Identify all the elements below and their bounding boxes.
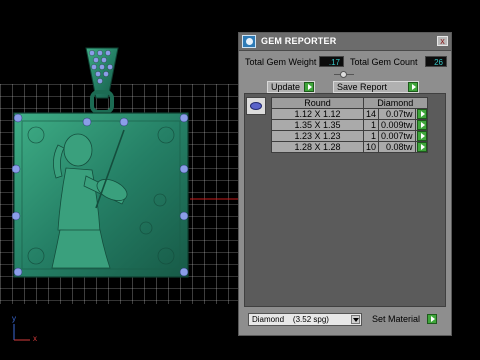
axis-y-label: y [12, 314, 16, 323]
row-select-go-icon[interactable] [416, 131, 427, 141]
row-select-go-icon[interactable] [416, 142, 427, 152]
set-material-label: Set Material [372, 314, 421, 324]
gem-weight: 0.07tw [378, 108, 416, 120]
close-icon: x [440, 36, 445, 46]
gem-reporter-panel: GEM REPORTER x Total Gem Weight .17 Tota… [238, 32, 452, 336]
gem-count: 14 [362, 108, 380, 120]
update-label: Update [271, 82, 301, 92]
viewport-canvas [0, 47, 238, 341]
diamond-gem-icon[interactable] [246, 97, 266, 115]
total-gem-weight-label: Total Gem Weight [245, 57, 317, 67]
axis-x-label: x [33, 334, 37, 343]
row-select-go-icon[interactable] [416, 109, 427, 119]
chevron-down-icon [351, 315, 360, 324]
gem-weight: 0.007tw [378, 130, 416, 142]
table-row[interactable]: 1.28 X 1.28 10 0.08tw [271, 141, 428, 153]
material-dropdown[interactable]: Diamond (3.52 spg) [248, 313, 362, 326]
save-report-button[interactable]: Save Report [333, 81, 419, 93]
total-gem-weight-value: .17 [319, 56, 344, 67]
save-report-label: Save Report [337, 82, 388, 92]
table-row[interactable]: 1.23 X 1.23 1 0.007tw [271, 130, 428, 142]
set-material-go-icon [427, 314, 437, 324]
gem-size: 1.23 X 1.23 [271, 130, 364, 142]
panel-title: GEM REPORTER [261, 36, 337, 46]
gem-list-well: Round Diamond 1.12 X 1.12 14 0.07tw 1.35… [244, 93, 446, 307]
update-go-icon [304, 82, 314, 92]
panel-titlebar[interactable]: GEM REPORTER x [239, 33, 451, 51]
gem-table-header: Round Diamond [271, 97, 428, 109]
set-material-button[interactable]: Set Material [369, 314, 439, 326]
gem-size: 1.12 X 1.12 [271, 108, 364, 120]
gem-size: 1.35 X 1.35 [271, 119, 364, 131]
save-report-go-icon [408, 82, 418, 92]
gem-size: 1.28 X 1.28 [271, 141, 364, 153]
row-select-go-icon[interactable] [416, 120, 427, 130]
header-shape: Round [271, 97, 364, 109]
total-gem-count-label: Total Gem Count [350, 57, 418, 67]
total-gem-count-value: 26 [425, 56, 447, 67]
gem-table: Round Diamond 1.12 X 1.12 14 0.07tw 1.35… [271, 97, 428, 153]
table-row[interactable]: 1.12 X 1.12 14 0.07tw [271, 108, 428, 120]
gem-weight: 0.009tw [378, 119, 416, 131]
header-material: Diamond [363, 97, 428, 109]
gem-count: 10 [362, 141, 380, 153]
gem-count: 1 [362, 119, 380, 131]
panel-expander-handle[interactable] [334, 71, 354, 78]
material-selected-value: Diamond (3.52 spg) [252, 315, 329, 324]
gem-count: 1 [362, 130, 380, 142]
update-button[interactable]: Update [267, 81, 315, 93]
model-viewport[interactable]: y x [0, 0, 238, 360]
close-button[interactable]: x [437, 36, 448, 46]
gem-reporter-app-icon [242, 35, 256, 48]
gem-weight: 0.08tw [378, 141, 416, 153]
table-row[interactable]: 1.35 X 1.35 1 0.009tw [271, 119, 428, 131]
